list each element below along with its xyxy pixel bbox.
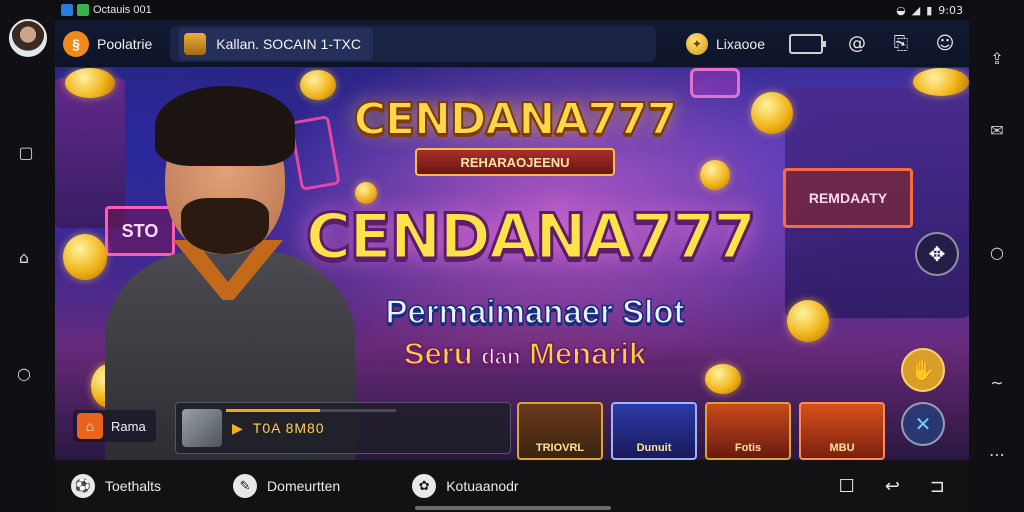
- circle-icon[interactable]: ○: [14, 363, 34, 383]
- square-icon[interactable]: ▢: [16, 142, 36, 162]
- wave-icon[interactable]: ∼: [987, 372, 1007, 392]
- signal-icon: ◢: [911, 3, 921, 17]
- upload-icon[interactable]: ⇪: [987, 48, 1007, 68]
- subtitle-line1: Permaimanaer Slot: [385, 292, 685, 331]
- chat-icon: ✎: [233, 474, 258, 498]
- close-icon[interactable]: ✕: [901, 402, 945, 446]
- game-tile[interactable]: Dunuit: [611, 402, 697, 460]
- logo-title: CENDANA777: [353, 93, 678, 146]
- logo-emblem: CENDANA777 REHARAOJEENU: [345, 74, 685, 184]
- media-progress-fill: [226, 409, 320, 412]
- credits-label[interactable]: Lixaooe: [716, 36, 765, 52]
- dots-icon[interactable]: ⋯: [987, 444, 1007, 464]
- coin-decor: [705, 364, 741, 394]
- nav-item-kotuaanodr[interactable]: ✿ Kotuaanodr: [412, 474, 519, 498]
- bottom-nav: ⚽ Toethalts ✎ Domeurtten ✿ Kotuaanodr ☐ …: [55, 460, 969, 512]
- circle-icon[interactable]: ○: [987, 242, 1007, 262]
- clipboard-icon[interactable]: ⎘: [885, 30, 917, 58]
- home-icon[interactable]: ⌂: [14, 247, 34, 267]
- avatar[interactable]: [9, 19, 47, 57]
- back-arrow-icon[interactable]: ↩: [885, 476, 900, 497]
- nav-item-domeurtten[interactable]: ✎ Domeurtten: [233, 474, 340, 498]
- hand-icon[interactable]: ✋: [901, 348, 945, 392]
- coin-logo-icon[interactable]: §: [63, 30, 89, 57]
- at-icon[interactable]: @: [841, 30, 873, 58]
- status-left-text: Octauis 001: [93, 4, 152, 16]
- system-nav: ☐ ↩ ⊐: [839, 476, 945, 497]
- profile-icon[interactable]: ☺: [929, 30, 961, 58]
- search-bar[interactable]: Kallan. SOCAIN 1-TXC: [170, 25, 657, 62]
- game-tile[interactable]: MBU: [799, 402, 885, 460]
- navigate-icon[interactable]: ✥: [915, 232, 959, 276]
- play-icon[interactable]: ▶: [232, 420, 243, 437]
- soccer-icon: ⚽: [71, 474, 95, 498]
- battery-icon: ▮: [926, 3, 933, 17]
- media-thumbnail: [182, 409, 222, 447]
- nav-item-toethalts[interactable]: ⚽ Toethalts: [71, 474, 161, 498]
- nav-item-label: Kotuaanodr: [446, 478, 519, 494]
- coin-decor: [787, 300, 829, 342]
- brand-name[interactable]: Poolatrie: [97, 36, 152, 52]
- search-chip-text: Kallan. SOCAIN 1-TXC: [216, 35, 361, 52]
- left-rail: ▢ ⌂ ○: [0, 0, 55, 512]
- home-button-label: Rama: [111, 418, 146, 434]
- neon-sign: [690, 68, 740, 98]
- coin-decor: [751, 92, 793, 134]
- main-title: CENDANA777: [304, 199, 757, 275]
- subtitle-word: Seru: [403, 335, 473, 372]
- subtitle-line2: Seru dan Menarik: [355, 335, 695, 372]
- game-tile[interactable]: TRIOVRL: [517, 402, 603, 460]
- hero-banner[interactable]: STO REMDAATY CENDANA777 REHARAOJEENU CEN…: [55, 68, 969, 460]
- media-progress[interactable]: [226, 409, 396, 412]
- media-player[interactable]: ▶ T0A 8M80: [175, 402, 511, 454]
- wifi-icon: ◒: [896, 3, 906, 17]
- nav-item-label: Toethalts: [105, 478, 162, 494]
- chip-icon: [184, 32, 207, 55]
- square-icon[interactable]: ☐: [839, 476, 855, 497]
- notification-icon: [77, 4, 89, 16]
- subtitle-word: dan: [481, 343, 522, 370]
- coin-decor: [913, 68, 969, 96]
- coin-decor: [700, 160, 730, 190]
- home-indicator[interactable]: [415, 506, 611, 510]
- logo-ribbon: REHARAOJEENU: [415, 148, 615, 176]
- coin-icon: ✦: [685, 32, 708, 55]
- status-time: 9:03: [938, 3, 963, 17]
- battery-box-icon[interactable]: [789, 33, 826, 54]
- search-chip[interactable]: Kallan. SOCAIN 1-TXC: [178, 27, 373, 60]
- game-tile[interactable]: Fotis: [705, 402, 791, 460]
- right-rail: ⇪ ✉ ○ ∼ ⋯: [969, 0, 1024, 512]
- status-bar: Octauis 001 ◒ ◢ ▮ 9:03: [55, 0, 969, 20]
- media-text: T0A 8M80: [252, 420, 325, 436]
- app-icon: [61, 4, 73, 16]
- home-button-icon: ⌂: [77, 413, 103, 439]
- status-right: ◒ ◢ ▮ 9:03: [896, 4, 963, 17]
- screen: ▢ ⌂ ○ ⇪ ✉ ○ ∼ ⋯ Octauis 001 ◒ ◢ ▮ 9:03 §…: [0, 0, 1024, 512]
- app-header: § Poolatrie Kallan. SOCAIN 1-TXC ✦ Lixao…: [55, 20, 969, 68]
- return-icon[interactable]: ⊐: [930, 476, 945, 497]
- gear-icon: ✿: [412, 474, 437, 498]
- nav-item-label: Domeurtten: [267, 478, 341, 494]
- signboard: REMDAATY: [783, 168, 913, 228]
- subtitle-word: Menarik: [528, 335, 647, 372]
- header-actions: ✦ Lixaooe @ ⎘ ☺: [685, 30, 961, 58]
- home-button[interactable]: ⌂ Rama: [73, 410, 156, 442]
- mail-icon[interactable]: ✉: [987, 120, 1007, 140]
